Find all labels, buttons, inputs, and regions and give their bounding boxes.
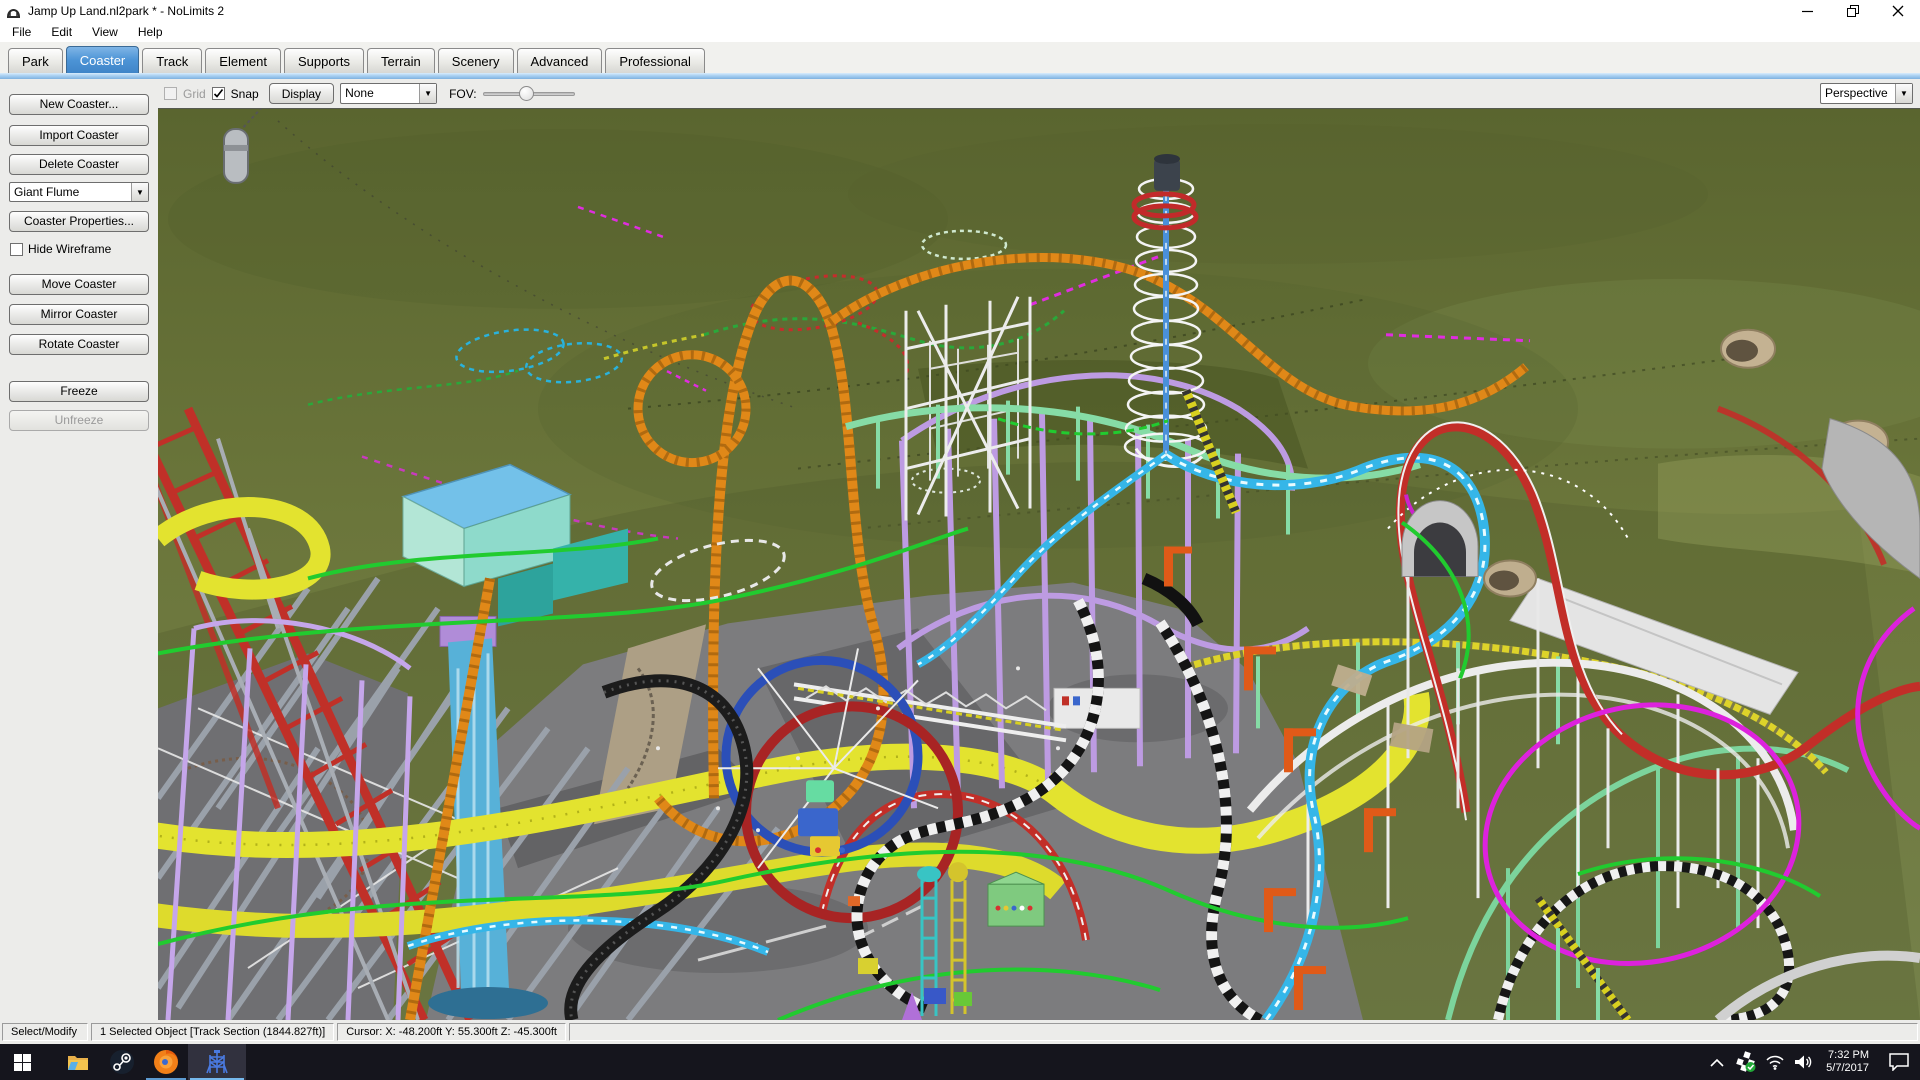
tab-terrain[interactable]: Terrain [367,48,435,73]
chevron-down-icon: ▼ [419,84,436,103]
windows-start-icon [14,1054,31,1071]
restore-icon [1847,5,1859,17]
status-empty [569,1023,1918,1041]
import-coaster-button[interactable]: Import Coaster [9,125,149,146]
tab-advanced[interactable]: Advanced [517,48,603,73]
minimize-icon [1802,6,1813,17]
hide-wireframe-row: Hide Wireframe [10,242,158,256]
restore-button[interactable] [1830,0,1875,22]
chevron-down-icon: ▼ [1895,84,1912,103]
nolimits2-taskbar-button[interactable] [188,1044,246,1080]
coaster-select[interactable]: Giant Flume ▼ [9,182,149,202]
minimize-button[interactable] [1785,0,1830,22]
fov-label: FOV: [449,87,477,101]
grid-checkbox [164,87,177,100]
close-button[interactable] [1875,0,1920,22]
display-mode-value: None [341,84,419,103]
windows-taskbar: 7:32 PM 5/7/2017 [0,1044,1920,1080]
title-bar: Jamp Up Land.nl2park * - NoLimits 2 [0,0,1920,22]
status-bar: Select/Modify 1 Selected Object [Track S… [0,1020,1920,1044]
system-tray: 7:32 PM 5/7/2017 [1706,1047,1920,1077]
display-mode-select[interactable]: None ▼ [340,83,437,104]
steam-button[interactable] [100,1044,144,1080]
view-mode-value: Perspective [1821,84,1895,103]
action-center-icon[interactable] [1888,1047,1910,1077]
sync-status-icon[interactable] [1735,1047,1757,1077]
menu-help[interactable]: Help [128,23,173,41]
firefox-icon [153,1049,179,1075]
file-explorer-icon [66,1050,90,1074]
viewport-toolbar: Grid Snap Display None ▼ FOV: Perspectiv… [158,79,1920,108]
rotate-coaster-button[interactable]: Rotate Coaster [9,334,149,355]
clock-time: 7:32 PM [1826,1049,1869,1062]
freeze-button[interactable]: Freeze [9,381,149,402]
fov-slider[interactable] [483,86,575,102]
wifi-icon[interactable] [1764,1047,1786,1077]
fov-slider-thumb[interactable] [519,86,534,101]
steam-icon [109,1049,135,1075]
start-button[interactable] [0,1044,44,1080]
hide-wireframe-label: Hide Wireframe [28,242,111,256]
tab-scenery[interactable]: Scenery [438,48,514,73]
viewport-3d-scene[interactable] [158,108,1920,1020]
tab-professional[interactable]: Professional [605,48,705,73]
coaster-sidebar: New Coaster... Import Coaster Delete Coa… [0,79,158,1020]
clock-date: 5/7/2017 [1826,1062,1869,1075]
volume-icon[interactable] [1793,1047,1815,1077]
new-coaster-button[interactable]: New Coaster... [9,94,149,115]
menu-bar: File Edit View Help [0,22,1920,42]
tab-park[interactable]: Park [8,48,63,73]
menu-view[interactable]: View [82,23,128,41]
nolimits2-icon [204,1049,230,1075]
snap-label: Snap [231,87,259,101]
tab-element[interactable]: Element [205,48,281,73]
hidden-icons-chevron-icon[interactable] [1706,1047,1728,1077]
file-explorer-button[interactable] [56,1044,100,1080]
hide-wireframe-checkbox[interactable] [10,243,23,256]
mirror-coaster-button[interactable]: Mirror Coaster [9,304,149,325]
close-icon [1892,5,1904,17]
view-mode-select[interactable]: Perspective ▼ [1820,83,1913,104]
tab-coaster[interactable]: Coaster [66,46,140,73]
snap-checkbox[interactable] [212,87,225,100]
taskbar-clock[interactable]: 7:32 PM 5/7/2017 [1822,1049,1873,1075]
menu-file[interactable]: File [2,23,41,41]
coaster-properties-button[interactable]: Coaster Properties... [9,211,149,232]
display-button[interactable]: Display [269,83,334,104]
status-mode: Select/Modify [2,1023,88,1041]
tab-supports[interactable]: Supports [284,48,364,73]
tab-track[interactable]: Track [142,48,202,73]
checkmark-icon [213,88,224,99]
window-title: Jamp Up Land.nl2park * - NoLimits 2 [28,4,224,18]
coaster-select-value: Giant Flume [10,183,131,201]
grid-label: Grid [183,87,206,101]
park-render [158,109,1920,1020]
chevron-down-icon: ▼ [131,183,148,201]
move-coaster-button[interactable]: Move Coaster [9,274,149,295]
delete-coaster-button[interactable]: Delete Coaster [9,154,149,175]
menu-edit[interactable]: Edit [41,23,82,41]
status-selection: 1 Selected Object [Track Section (1844.8… [91,1023,334,1041]
status-cursor: Cursor: X: -48.200ft Y: 55.300ft Z: -45.… [337,1023,566,1041]
firefox-button[interactable] [144,1044,188,1080]
nolimits-app-icon [6,4,21,19]
tab-bar: Park Coaster Track Element Supports Terr… [0,42,1920,73]
nolimits2-window: Jamp Up Land.nl2park * - NoLimits 2 File… [0,0,1920,1080]
unfreeze-button: Unfreeze [9,410,149,431]
